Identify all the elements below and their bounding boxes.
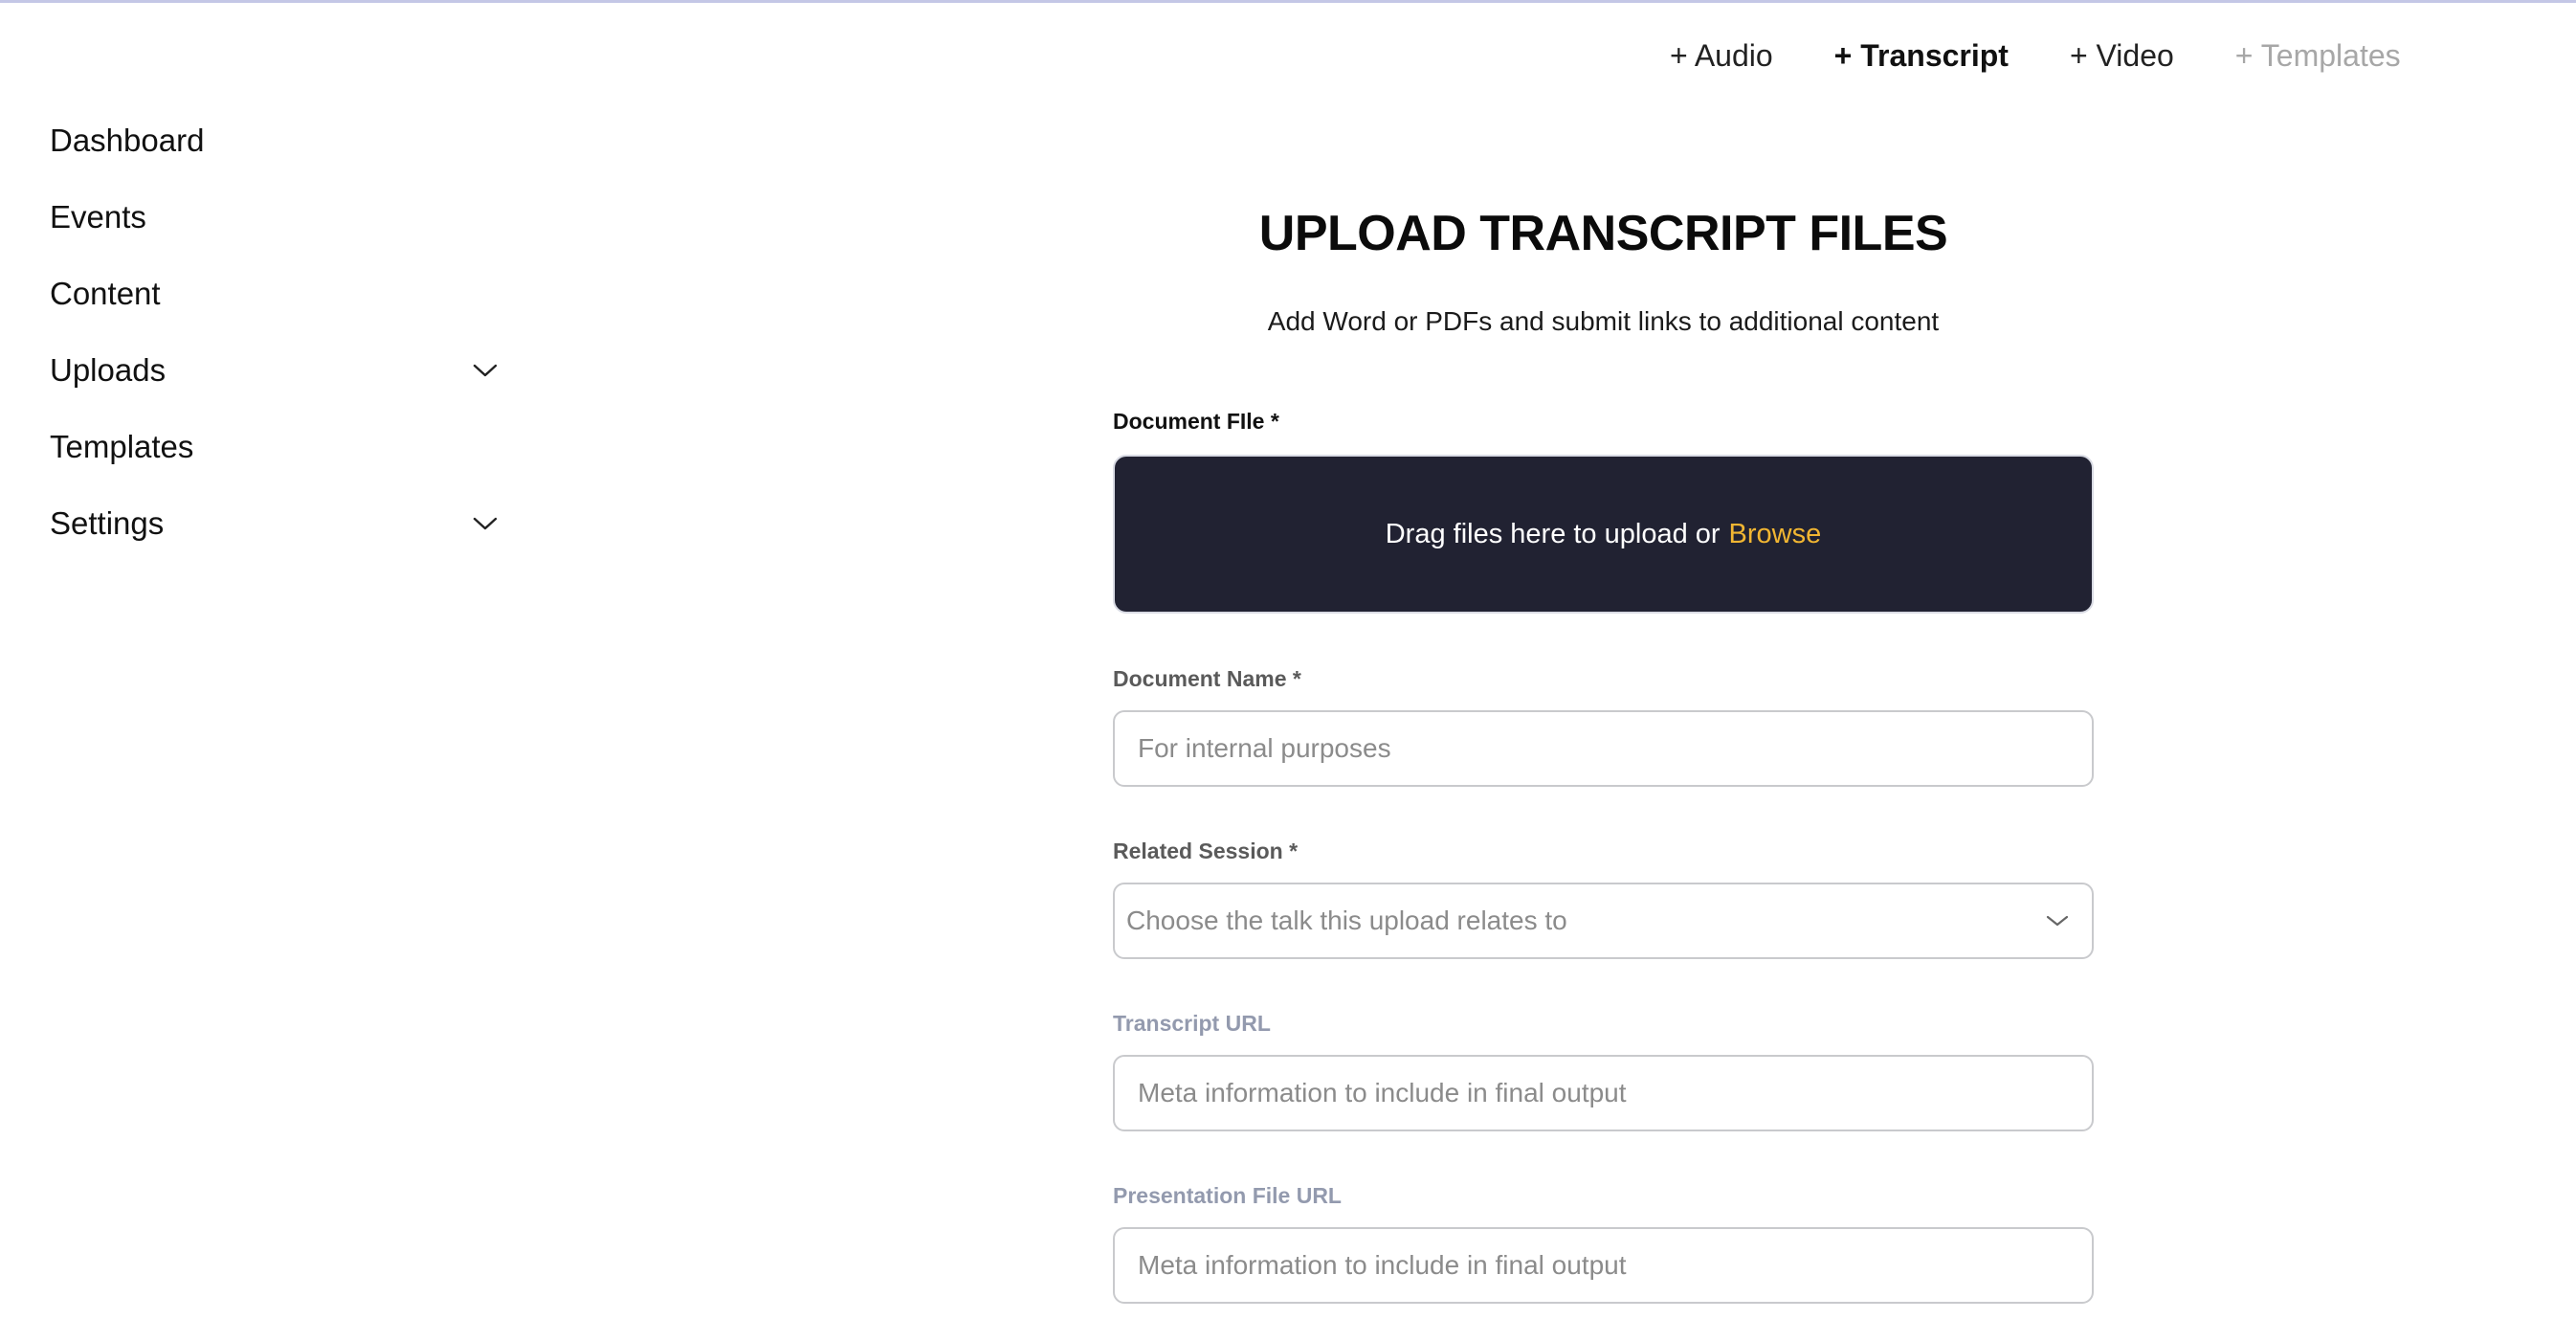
presentation-url-label: Presentation File URL [1113,1183,1342,1208]
sidebar-item-label: Events [50,199,146,235]
sidebar-item-label: Settings [50,505,165,541]
dropzone-text: Drag files here to upload or [1385,518,1721,549]
browse-link[interactable]: Browse [1729,519,1822,550]
document-name-label: Document Name * [1113,666,1301,691]
page-title: UPLOAD TRANSCRIPT FILES [1258,206,1948,261]
sidebar-item-content[interactable]: Content [50,265,500,323]
transcript-url-input[interactable] [1113,1055,2094,1131]
add-templates-link[interactable]: + Templates [2235,38,2401,74]
top-accent-line [0,0,2576,3]
transcript-url-label: Transcript URL [1113,1011,1271,1036]
presentation-url-input[interactable] [1113,1227,2094,1304]
add-transcript-link[interactable]: + Transcript [1834,38,2009,74]
sidebar-item-uploads[interactable]: Uploads [50,342,500,399]
add-video-link[interactable]: + Video [2070,38,2174,74]
document-name-input[interactable] [1113,710,2094,787]
related-session-placeholder: Choose the talk this upload relates to [1126,906,1567,935]
sidebar-item-events[interactable]: Events [50,189,500,246]
top-nav: + Audio + Transcript + Video + Templates [1670,38,2401,74]
chevron-down-icon[interactable] [471,356,500,385]
file-dropzone[interactable]: Drag files here to upload or Browse [1113,455,2094,614]
page-subtitle: Add Word or PDFs and submit links to add… [1267,306,1940,336]
related-session-select[interactable]: Choose the talk this upload relates to [1113,883,2094,959]
sidebar-item-templates[interactable]: Templates [50,418,500,476]
sidebar-item-dashboard[interactable]: Dashboard [50,112,500,169]
sidebar-item-label: Content [50,276,161,311]
add-audio-link[interactable]: + Audio [1670,38,1773,74]
document-file-label: Document FIle * [1113,409,1279,434]
chevron-down-icon[interactable] [471,509,500,538]
sidebar-item-label: Uploads [50,352,167,388]
related-session-label: Related Session * [1113,839,1299,863]
sidebar-item-label: Templates [50,429,194,464]
chevron-down-icon [2040,904,2075,938]
sidebar-item-settings[interactable]: Settings [50,495,500,552]
sidebar-item-label: Dashboard [50,123,205,158]
